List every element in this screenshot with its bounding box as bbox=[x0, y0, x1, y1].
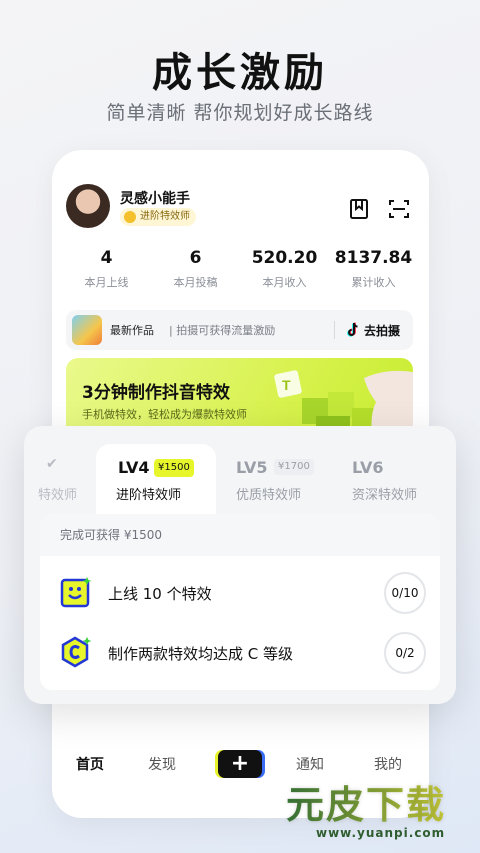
profile-name: 灵感小能手 bbox=[120, 191, 190, 207]
banner-subtitle: 手机做特效，轻松成为爆款特效师 bbox=[82, 408, 247, 421]
profile-header: 灵感小能手 进阶特效师 bbox=[66, 184, 416, 230]
task-reward-header: 完成可获得 ¥1500 bbox=[40, 514, 440, 556]
hero-subtitle: 简单清晰 帮你规划好成长路线 bbox=[106, 102, 374, 124]
task-label: 制作两款特效均达成 C 等级 bbox=[108, 645, 294, 663]
scan-icon[interactable] bbox=[388, 198, 410, 220]
stat-label: 累计收入 bbox=[351, 276, 396, 289]
stat-label: 本月上线 bbox=[84, 276, 129, 289]
task-progress: 0/10 bbox=[384, 572, 426, 614]
watermark-logo-text: 元皮下载 bbox=[286, 774, 446, 829]
go-shoot-label: 去拍摄 bbox=[364, 323, 401, 338]
stat-value: 6 bbox=[189, 248, 202, 268]
banner-title: 3分钟制作抖音特效 bbox=[82, 383, 230, 403]
watermark: 元皮下载 www.yuanpi.com bbox=[286, 774, 476, 848]
svg-text:T: T bbox=[282, 377, 291, 393]
stat-value: 4 bbox=[100, 248, 113, 268]
latest-work-hint: | 拍摄可获得流量激励 bbox=[169, 324, 276, 337]
nav-mine[interactable]: 我的 bbox=[374, 754, 402, 774]
tab-level-label: 特效师 bbox=[38, 488, 78, 503]
bookmark-icon[interactable] bbox=[348, 198, 370, 220]
check-icon: ✔ bbox=[46, 456, 58, 472]
stat-label: 本月投稿 bbox=[173, 276, 218, 289]
avatar[interactable] bbox=[66, 184, 110, 228]
level-name: LV6 bbox=[352, 458, 384, 477]
smiley-task-icon bbox=[60, 577, 92, 608]
tiktok-icon bbox=[347, 322, 358, 337]
level-name: LV5 bbox=[236, 458, 268, 477]
watermark-url: www.yuanpi.com bbox=[316, 826, 446, 840]
task-row[interactable]: 制作两款特效均达成 C 等级 0/2 bbox=[40, 624, 440, 680]
hero-title: 成长激励 bbox=[152, 50, 328, 96]
tab-level-completed[interactable]: ✔ 特效师 bbox=[38, 426, 102, 514]
nav-notifications[interactable]: 通知 bbox=[296, 754, 324, 774]
stat-value: 8137.84 bbox=[334, 248, 413, 268]
tab-level-lv5[interactable]: LV5 ¥1700 优质特效师 bbox=[236, 426, 332, 514]
latest-work-thumbnail[interactable] bbox=[72, 315, 102, 345]
level-badge: 进阶特效师 bbox=[120, 208, 196, 226]
level-title: 资深特效师 bbox=[352, 488, 418, 503]
divider bbox=[334, 321, 335, 339]
level-reward: ¥1500 bbox=[154, 459, 194, 477]
task-row[interactable]: 上线 10 个特效 0/10 bbox=[40, 564, 440, 620]
level-reward: ¥1700 bbox=[274, 459, 314, 475]
tab-level-lv4[interactable]: LV4 ¥1500 进阶特效师 bbox=[96, 444, 216, 516]
go-shoot-button[interactable]: 去拍摄 bbox=[346, 320, 400, 340]
task-label: 上线 10 个特效 bbox=[108, 585, 212, 603]
stat-monthly-submissions[interactable]: 6 本月投稿 bbox=[151, 248, 240, 292]
nav-home[interactable]: 首页 bbox=[76, 754, 104, 774]
stat-label: 本月收入 bbox=[262, 276, 307, 289]
task-progress: 0/2 bbox=[384, 632, 426, 674]
latest-work-bar[interactable]: 最新作品 | 拍摄可获得流量激励 去拍摄 bbox=[66, 310, 413, 350]
stats-row: 4 本月上线 6 本月投稿 520.20 本月收入 8137.84 累计收入 bbox=[62, 248, 418, 292]
level-title: 进阶特效师 bbox=[116, 488, 182, 503]
stat-monthly-online[interactable]: 4 本月上线 bbox=[62, 248, 151, 292]
latest-work-label: 最新作品 bbox=[110, 324, 154, 337]
create-button[interactable]: + bbox=[218, 750, 262, 778]
tab-level-lv6[interactable]: LV6 资深特效师 bbox=[352, 426, 448, 514]
level-title: 优质特效师 bbox=[236, 488, 302, 503]
stat-total-income[interactable]: 8137.84 累计收入 bbox=[329, 248, 418, 292]
medal-icon bbox=[124, 211, 136, 223]
stat-value: 520.20 bbox=[251, 248, 318, 268]
nav-discover[interactable]: 发现 bbox=[148, 754, 176, 774]
level-badge-label: 进阶特效师 bbox=[140, 211, 190, 222]
level-panel: ✔ 特效师 LV4 ¥1500 进阶特效师 LV5 ¥1700 优质特效师 LV… bbox=[24, 426, 456, 704]
grade-c-task-icon bbox=[61, 636, 92, 668]
level-name: LV4 bbox=[118, 458, 150, 477]
task-card: 完成可获得 ¥1500 上线 10 个特效 0/10 制作两款特效均达成 C 等… bbox=[40, 514, 440, 690]
stat-monthly-income[interactable]: 520.20 本月收入 bbox=[240, 248, 329, 292]
